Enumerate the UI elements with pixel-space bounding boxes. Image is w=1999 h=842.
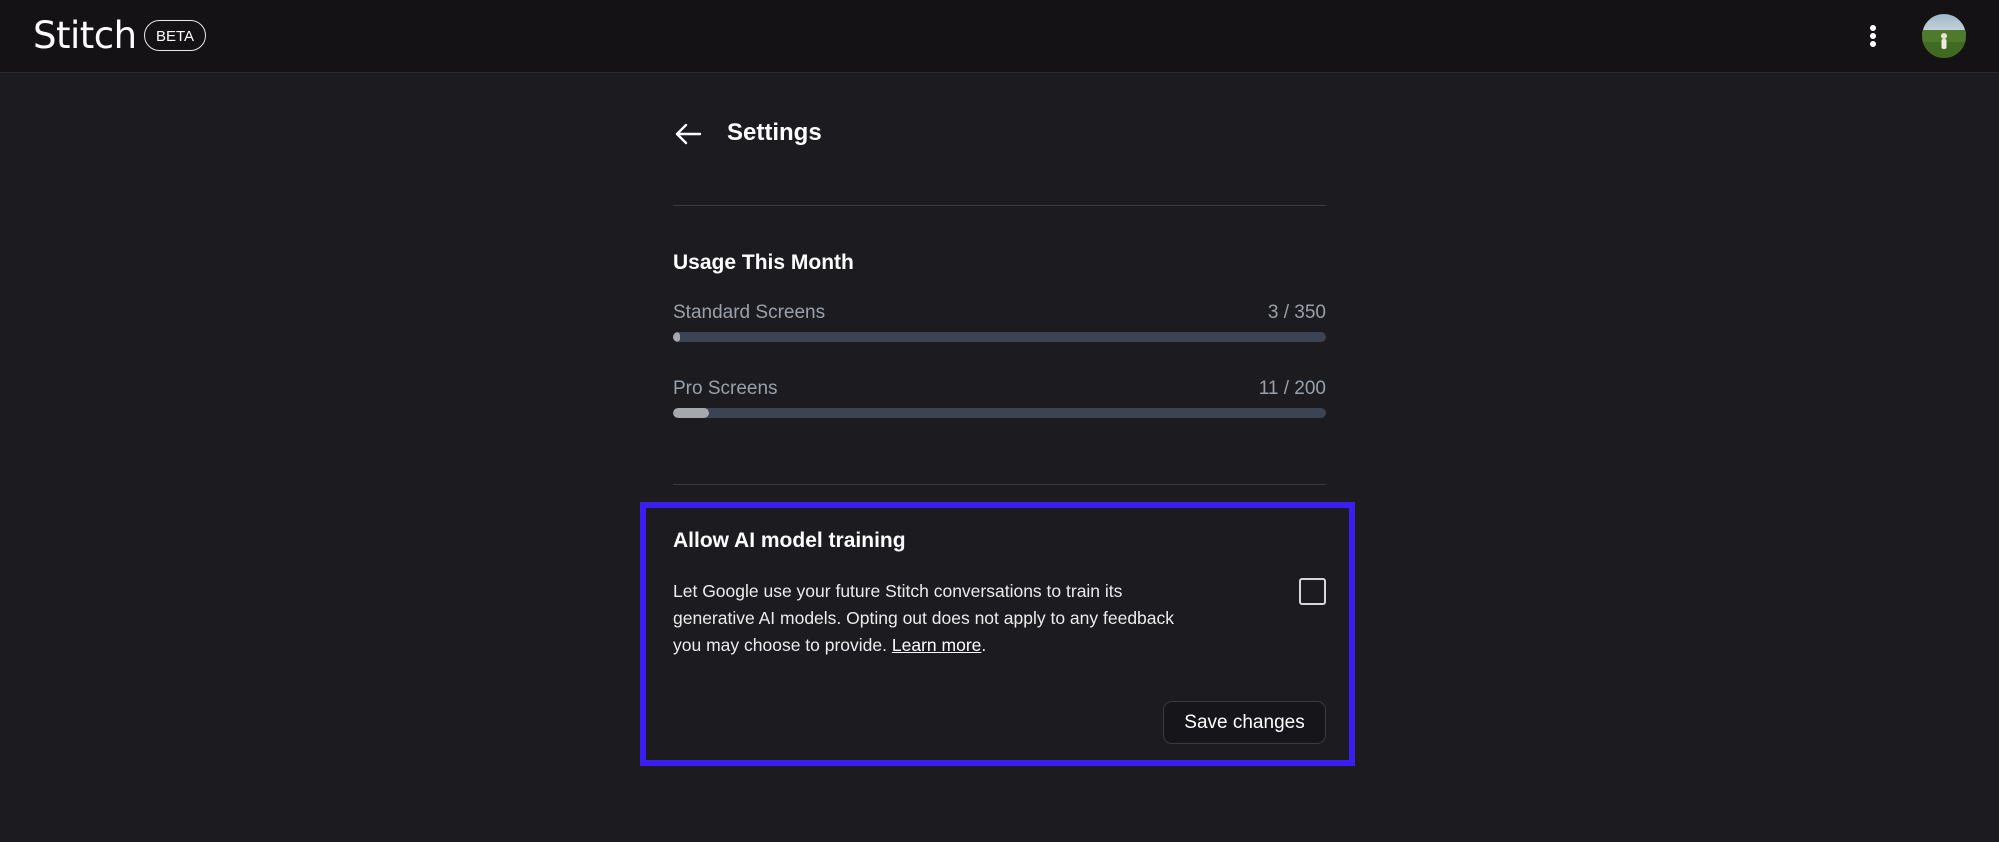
divider [673, 484, 1326, 485]
more-vertical-icon [1870, 25, 1876, 47]
back-button[interactable] [672, 118, 704, 150]
page-title: Settings [727, 119, 822, 146]
avatar-photo-icon [1922, 14, 1966, 58]
usage-progress-fill [673, 408, 709, 418]
beta-badge: BETA [144, 20, 207, 51]
app-logo[interactable]: Stitch [33, 14, 137, 57]
user-avatar[interactable] [1922, 14, 1966, 58]
learn-more-link[interactable]: Learn more [892, 635, 982, 655]
usage-progress-fill [673, 332, 680, 342]
usage-section-title: Usage This Month [673, 251, 854, 274]
top-app-bar: Stitch BETA [0, 0, 1999, 73]
usage-label: Pro Screens [673, 378, 778, 399]
usage-label: Standard Screens [673, 302, 826, 323]
arrow-left-icon [675, 123, 702, 145]
save-changes-button[interactable]: Save changes [1163, 701, 1326, 744]
more-options-button[interactable] [1858, 18, 1888, 54]
usage-count: 3 / 350 [1267, 302, 1326, 323]
usage-progress-bar [673, 408, 1326, 418]
ai-training-title: Allow AI model training [673, 529, 906, 552]
usage-progress-bar [673, 332, 1326, 342]
ai-training-checkbox[interactable] [1299, 578, 1326, 605]
divider [673, 205, 1326, 206]
usage-count: 11 / 200 [1258, 378, 1326, 399]
ai-training-description: Let Google use your future Stitch conver… [673, 581, 1175, 655]
